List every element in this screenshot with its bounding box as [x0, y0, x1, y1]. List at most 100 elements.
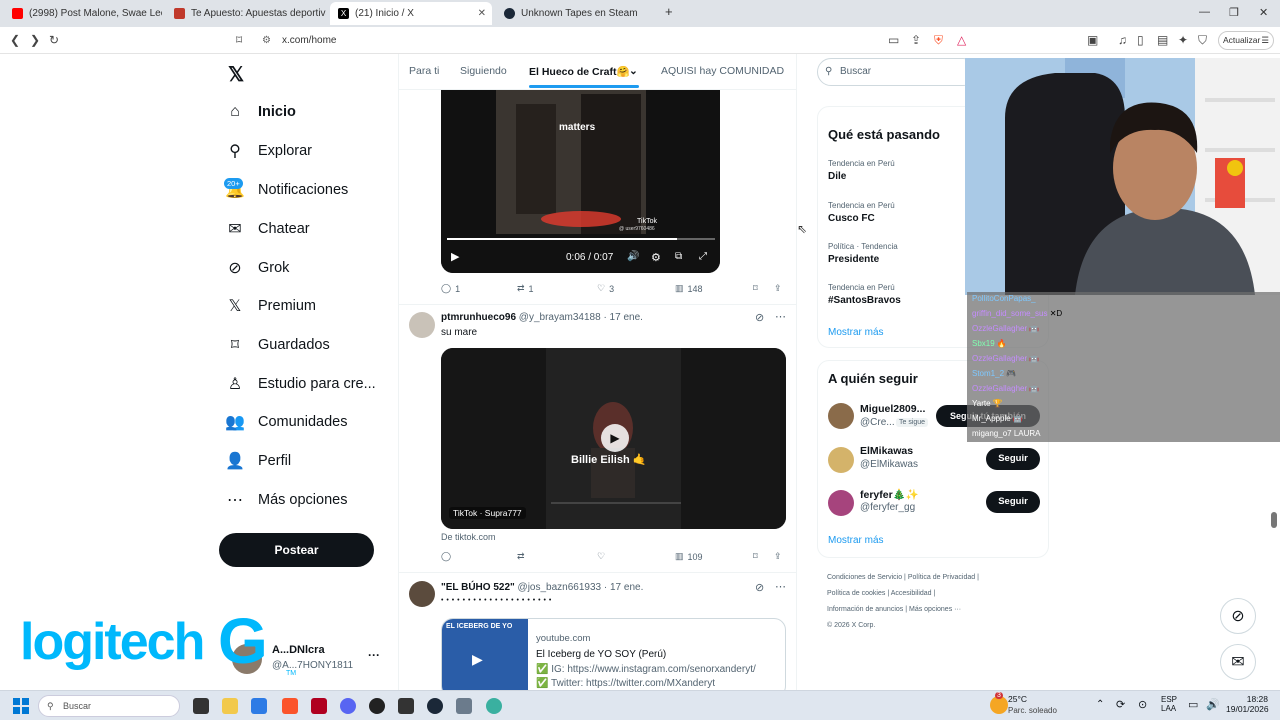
app-icon[interactable] — [398, 698, 414, 714]
footer-link[interactable]: Condiciones de Servicio — [827, 574, 902, 581]
avatar[interactable] — [409, 312, 435, 338]
show-more-link[interactable]: Mostrar más — [828, 535, 884, 546]
play-icon[interactable]: ▶ — [601, 424, 629, 452]
avatar[interactable] — [828, 403, 854, 429]
retweet-button[interactable]: ⇄ 1 — [517, 283, 534, 294]
grok-icon[interactable]: ⊘ — [755, 581, 764, 594]
nav-item-explorar[interactable]: ⚲ Explorar — [226, 136, 312, 166]
chevron-up-icon[interactable]: ⌃ — [1096, 699, 1104, 710]
nav-item-perfil[interactable]: 👤 Perfil — [225, 446, 291, 476]
follow-name[interactable]: Miguel2809... — [860, 403, 925, 415]
views-button[interactable]: ▥ 148 — [675, 283, 703, 294]
tweet-date[interactable]: · 17 ene. — [603, 312, 642, 323]
trend-item[interactable]: Dile — [828, 171, 846, 182]
show-more-link[interactable]: Mostrar más — [828, 327, 884, 338]
link-source[interactable]: De tiktok.com — [441, 532, 496, 542]
language-indicator[interactable]: ESP LAA — [1161, 695, 1177, 713]
more-icon[interactable]: ⋯ — [775, 310, 786, 323]
messages-icon[interactable]: ✉ — [1220, 644, 1256, 680]
update-button[interactable]: Actualizar ☰ — [1218, 31, 1274, 50]
new-tab-button[interactable]: + — [665, 4, 673, 19]
like-button[interactable]: ♡ 3 — [597, 283, 614, 294]
reload-icon[interactable]: ↻ — [49, 33, 59, 47]
store-icon[interactable] — [251, 698, 267, 714]
pip-icon[interactable]: ⧉ — [675, 251, 682, 262]
retweet-icon[interactable]: ⇄ — [517, 551, 525, 562]
brave-rewards-icon[interactable]: △ — [957, 33, 966, 47]
nav-item-mas-opciones[interactable]: ⋯ Más opciones — [226, 485, 347, 515]
tweet-video[interactable]: matters TikTok @ user9760486 ▶ 0:06 / 0:… — [441, 84, 720, 273]
follow-name[interactable]: feryfer🎄✨ — [860, 488, 919, 501]
settings-icon[interactable]: ⚙ — [651, 251, 661, 264]
tab-hueco-de-craft[interactable]: El Hueco de Craft🤗 — [529, 65, 630, 78]
more-icon[interactable]: ⋯ — [775, 580, 786, 593]
x-logo-icon[interactable]: 𝕏 — [228, 62, 244, 87]
avatar[interactable] — [828, 490, 854, 516]
site-info-icon[interactable]: ⚙ — [262, 31, 271, 50]
share-icon[interactable]: ⇪ — [911, 33, 921, 47]
reply-icon[interactable]: ◯ — [441, 551, 451, 562]
tab-siguiendo[interactable]: Siguiendo — [460, 65, 507, 77]
notepad-icon[interactable] — [456, 698, 472, 714]
reading-list-icon[interactable]: ▯ — [1137, 33, 1144, 47]
chevron-down-icon[interactable]: ⌄ — [629, 65, 638, 77]
file-explorer-icon[interactable] — [222, 698, 238, 714]
browser-tab-youtube[interactable]: (2998) Post Malone, Swae Lee - Sunfl — [4, 2, 162, 25]
sidebar-toggle-icon[interactable]: ▣ — [1087, 33, 1098, 47]
nav-item-inicio[interactable]: ⌂ Inicio — [226, 97, 296, 127]
share-icon[interactable]: ⇪ — [774, 551, 782, 562]
author-handle[interactable]: @y_brayam34188 — [519, 312, 601, 323]
app-icon[interactable] — [311, 698, 327, 714]
vpn-icon[interactable]: ⛉ — [1198, 33, 1207, 48]
leo-ai-icon[interactable]: ✦ — [1178, 33, 1188, 47]
forward-icon[interactable]: ❯ — [30, 33, 40, 47]
footer-link[interactable]: Política de cookies — [827, 590, 885, 597]
browser-tab-x[interactable]: X (21) Inicio / X ✕ — [330, 2, 492, 25]
obs-icon[interactable] — [369, 698, 385, 714]
brave-shield-icon[interactable]: ⛨ — [934, 33, 943, 48]
cast-icon[interactable]: ▭ — [888, 33, 899, 47]
footer-link[interactable]: Información de anuncios — [827, 606, 903, 613]
follow-name[interactable]: ElMikawas — [860, 445, 913, 457]
close-tab-icon[interactable]: ✕ — [478, 8, 486, 19]
nav-item-estudio[interactable]: ♙ Estudio para cre... — [226, 369, 376, 399]
author-name[interactable]: "EL BÚHO 522" — [441, 582, 515, 593]
play-icon[interactable]: ▶ — [451, 250, 459, 263]
tweet-date[interactable]: · 17 ene. — [604, 582, 643, 593]
scrollbar-thumb[interactable] — [1271, 512, 1277, 528]
wallet-icon[interactable]: ▤ — [1157, 33, 1168, 47]
tweet-video[interactable]: ▶ Billie Eilish 🤙 TikTok · Supra777 — [441, 348, 786, 529]
tab-para-ti[interactable]: Para ti — [409, 65, 439, 77]
video-progress-track[interactable] — [447, 238, 715, 240]
minimize-icon[interactable]: — — [1199, 6, 1210, 18]
grok-icon[interactable]: ⊘ — [1220, 598, 1256, 634]
monitor-icon[interactable]: ▭ — [1188, 698, 1198, 711]
nav-item-comunidades[interactable]: 👥 Comunidades — [225, 407, 347, 437]
discord-icon[interactable] — [340, 698, 356, 714]
steam-icon[interactable] — [427, 698, 443, 714]
windows-start-icon[interactable] — [13, 698, 29, 714]
bookmark-icon[interactable]: ⌑ — [753, 551, 758, 562]
nav-item-premium[interactable]: 𝕏 Premium — [226, 291, 316, 321]
browser-tab-teapuesto[interactable]: Te Apuesto: Apuestas deportivas y C — [166, 2, 326, 25]
volume-icon[interactable]: 🔊 — [627, 251, 639, 262]
search-input[interactable]: ⚲ Buscar — [817, 58, 977, 86]
back-icon[interactable]: ❮ — [10, 33, 20, 47]
close-window-icon[interactable]: ✕ — [1259, 6, 1268, 19]
maximize-icon[interactable]: ❐ — [1229, 6, 1239, 19]
avatar[interactable] — [409, 581, 435, 607]
author-handle[interactable]: @jos_bazn661933 — [518, 582, 602, 593]
reply-button[interactable]: ◯ 1 — [441, 283, 460, 294]
tray-icon[interactable]: ⟳ — [1116, 698, 1125, 711]
follow-button[interactable]: Seguir — [986, 491, 1040, 513]
clock[interactable]: 18:28 19/01/2026 — [1226, 694, 1269, 714]
post-button[interactable]: Postear — [219, 533, 374, 567]
fullscreen-icon[interactable]: ⤢ — [699, 251, 707, 262]
tray-icon[interactable]: ⊙ — [1138, 698, 1147, 711]
taskbar-search-input[interactable]: ⚲ Buscar — [38, 695, 180, 717]
nav-item-guardados[interactable]: ⌑ Guardados — [226, 330, 330, 360]
browser-tab-steam[interactable]: Unknown Tapes en Steam — [496, 2, 656, 25]
media-icon[interactable]: ♫ — [1118, 33, 1127, 47]
follow-button[interactable]: Seguir — [986, 448, 1040, 470]
volume-icon[interactable]: 🔊 — [1206, 698, 1220, 711]
